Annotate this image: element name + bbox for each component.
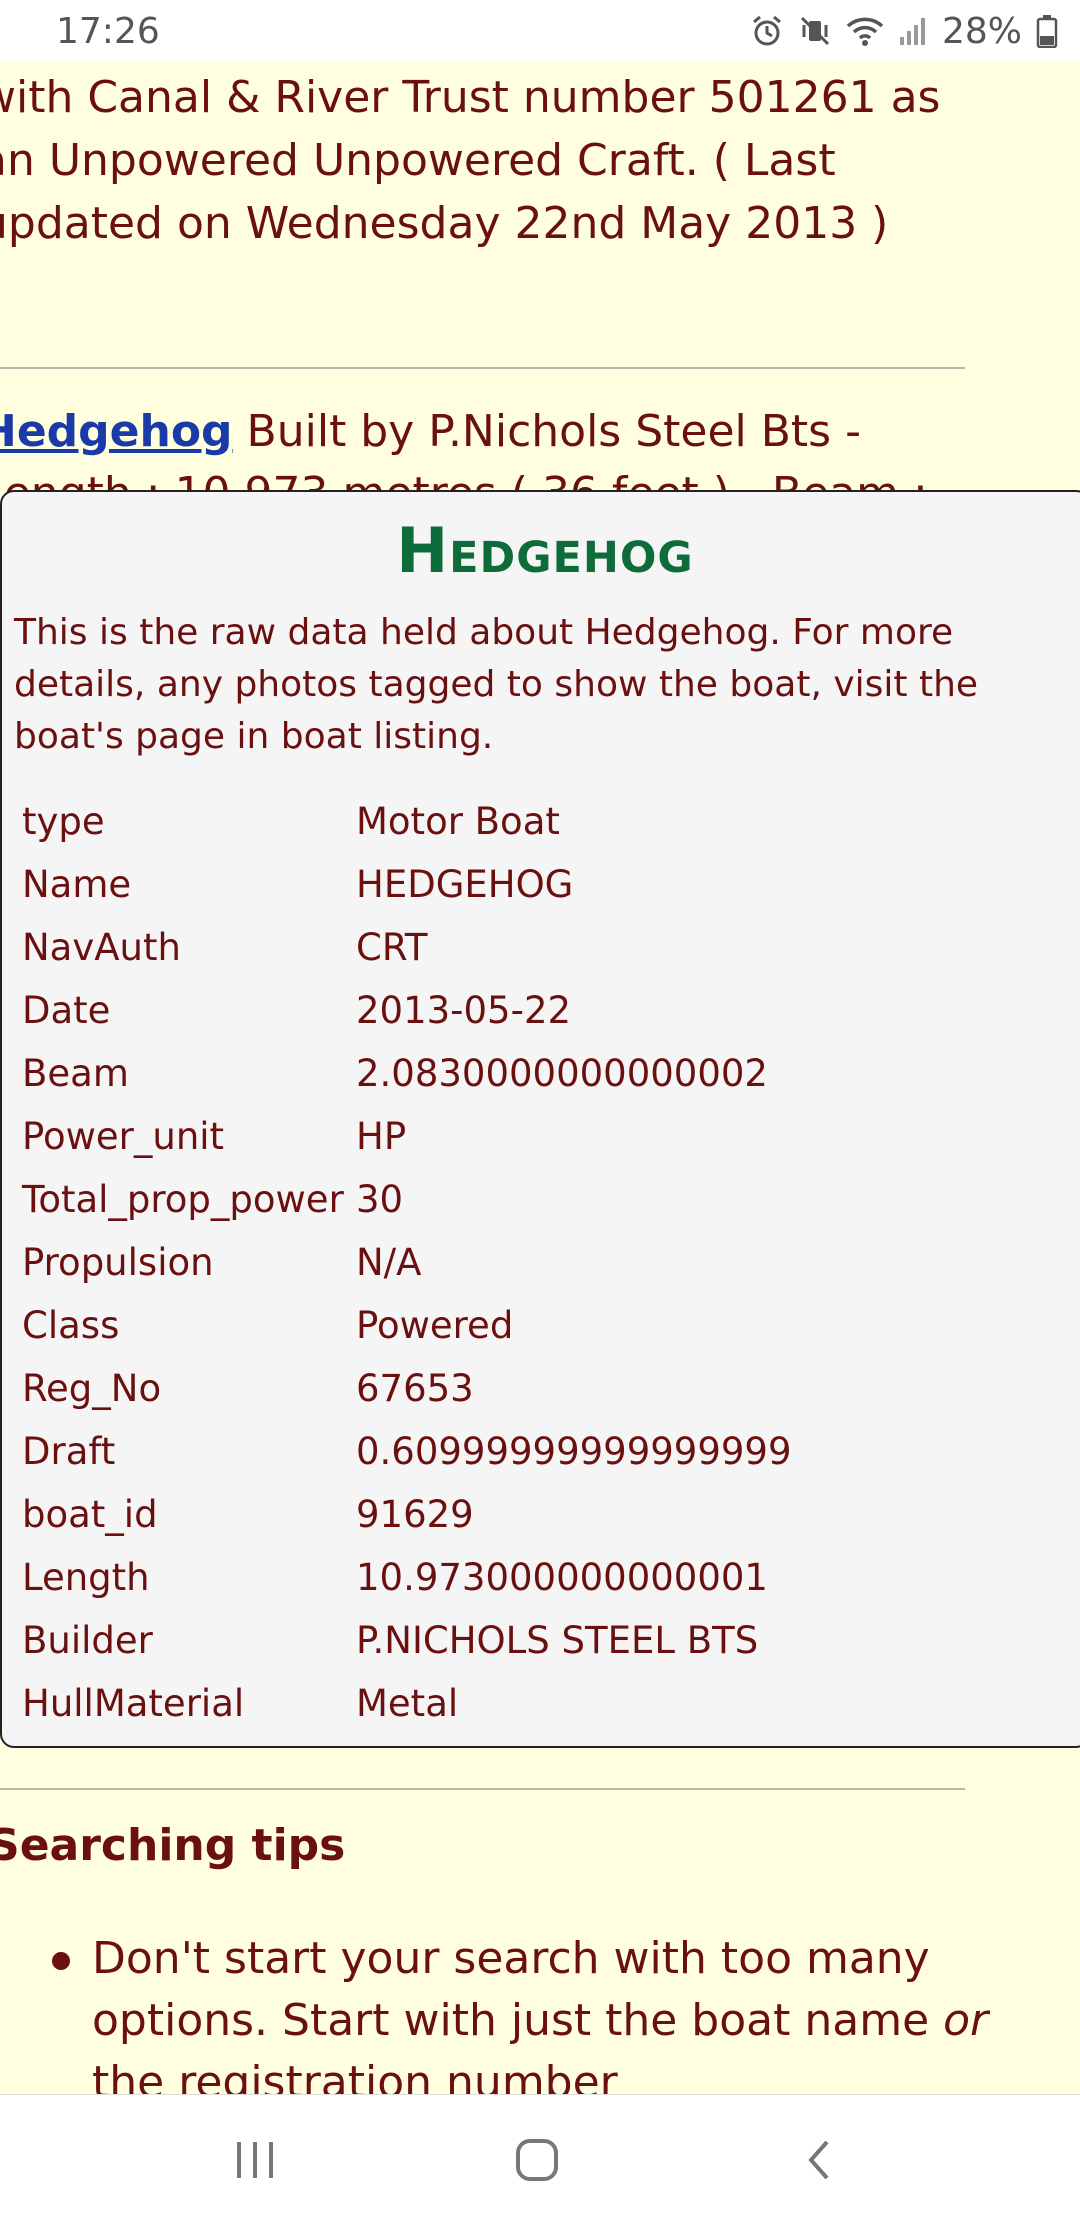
battery-icon	[1036, 15, 1058, 48]
row-key: Total_prop_power	[22, 1178, 344, 1221]
system-nav-bar	[0, 2094, 1080, 2221]
boat-raw-data-popup: Hedgehog This is the raw data held about…	[0, 490, 1080, 1748]
record-text-line: an Unpowered Unpowered Craft. ( Last	[0, 135, 836, 186]
alarm-icon	[753, 15, 781, 46]
row-key: Length	[22, 1556, 150, 1599]
record-text-line: updated on Wednesday 22nd May 2013 )	[0, 198, 889, 249]
searching-tips-heading: Searching tips	[0, 1820, 346, 1871]
popup-title: Hedgehog	[396, 514, 694, 587]
back-icon	[808, 2140, 829, 2180]
row-key: Power_unit	[22, 1115, 225, 1158]
row-value: Metal	[356, 1682, 459, 1725]
home-icon	[516, 2139, 558, 2181]
row-value: 67653	[356, 1367, 474, 1410]
status-bar: 17:26 28%	[0, 0, 1080, 62]
row-value: N/A	[356, 1241, 422, 1284]
battery-percent: 28%	[941, 10, 1022, 52]
status-time: 17:26	[56, 10, 160, 52]
row-key: Propulsion	[22, 1241, 214, 1284]
recent-apps-icon	[237, 2142, 273, 2178]
home-button[interactable]	[497, 2125, 577, 2195]
row-value: Motor Boat	[356, 800, 560, 843]
tip-line: options. Start with just the boat name o…	[92, 1990, 1040, 2052]
row-value: Powered	[356, 1304, 514, 1347]
row-key: NavAuth	[22, 926, 181, 969]
row-value: HP	[356, 1115, 407, 1158]
row-key: Date	[22, 989, 111, 1032]
divider	[0, 1788, 965, 1790]
row-key: type	[22, 800, 105, 843]
bullet-icon	[52, 1952, 70, 1970]
row-key: Draft	[22, 1430, 116, 1473]
row-value: P.NICHOLS STEEL BTS	[356, 1619, 759, 1662]
row-value: 2.0830000000000002	[356, 1052, 768, 1095]
wifi-icon	[846, 17, 884, 46]
popup-description: This is the raw data held about Hedgehog…	[14, 612, 979, 757]
row-key: Builder	[22, 1619, 153, 1662]
recent-apps-button[interactable]	[215, 2125, 295, 2195]
row-key: HullMaterial	[22, 1682, 245, 1725]
status-icons: 28%	[750, 11, 1058, 52]
row-key: Reg_No	[22, 1367, 162, 1410]
row-value: 2013-05-22	[356, 989, 572, 1032]
row-value: 30	[356, 1178, 404, 1221]
tips-list: Don't start your search with too many op…	[40, 1928, 1040, 2114]
tip-item: Don't start your search with too many op…	[40, 1928, 1040, 2114]
row-value: 0.60999999999999999	[356, 1430, 792, 1473]
row-value: CRT	[356, 926, 428, 969]
row-key: boat_id	[22, 1493, 158, 1536]
row-key: Class	[22, 1304, 120, 1347]
row-value: HEDGEHOG	[356, 863, 574, 906]
row-key: Name	[22, 863, 132, 906]
boat-builder-text: Built by P.Nichols Steel Bts -	[232, 406, 861, 457]
divider	[0, 367, 965, 369]
tip-emphasis: or	[943, 1995, 989, 2046]
row-key: Beam	[22, 1052, 129, 1095]
boat-link-hedgehog[interactable]: Hedgehog	[0, 406, 233, 457]
row-value: 10.973000000000001	[356, 1556, 768, 1599]
tip-text: options. Start with just the boat name	[92, 1995, 944, 2046]
tip-line: Don't start your search with too many	[92, 1933, 930, 1984]
record-text-line: with Canal & River Trust number 501261 a…	[0, 72, 941, 123]
boat-entry-line: Hedgehog Built by P.Nichols Steel Bts -	[0, 400, 861, 463]
signal-icon	[899, 18, 925, 45]
back-button[interactable]	[778, 2125, 858, 2195]
row-value: 91629	[356, 1493, 474, 1536]
mute-vibrate-icon	[800, 16, 830, 46]
